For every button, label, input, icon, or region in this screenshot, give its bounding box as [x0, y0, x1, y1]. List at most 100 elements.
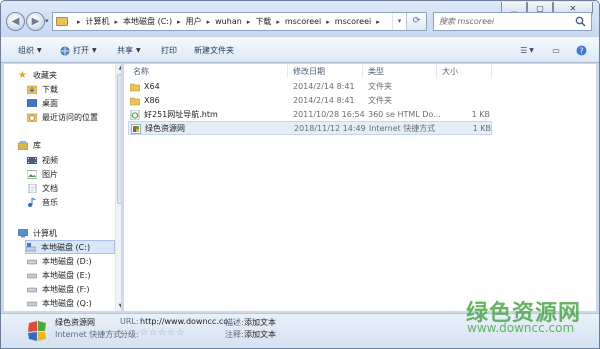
search-icon	[575, 16, 586, 27]
nav-computer[interactable]: 计算机	[18, 226, 57, 240]
share-button[interactable]: 共享 ▼	[117, 38, 141, 63]
file-type: 360 se HTML Do...	[368, 110, 440, 119]
nav-item-label: 本地磁盘 (E:)	[42, 270, 91, 280]
star-icon[interactable]: ☆	[167, 328, 176, 338]
nav-item-downloads[interactable]: 下载	[27, 82, 58, 96]
internet-shortcut-large-icon	[28, 321, 46, 341]
file-type: 文件夹	[368, 96, 392, 105]
chevron-right-icon[interactable]: ▸	[207, 18, 211, 26]
organize-button[interactable]: 组织 ▼	[18, 38, 42, 63]
desktop-icon	[27, 98, 37, 107]
chevron-down-icon[interactable]: ▾	[392, 13, 406, 30]
nav-item-drive-q[interactable]: 本地磁盘 (Q:)	[27, 296, 92, 310]
nav-item-pictures[interactable]: 图片	[27, 167, 58, 181]
url-value[interactable]: http://www.downcc.co...	[140, 317, 236, 326]
nav-item-music[interactable]: 音乐	[27, 195, 58, 209]
star-icon[interactable]: ☆	[149, 328, 158, 338]
documents-icon	[28, 183, 37, 193]
address-bar[interactable]: ▸ 计算机 ▸ 本地磁盘 (C:) ▸ 用户 ▸ wuhan ▸ 下载 ▸ ms…	[52, 12, 427, 31]
column-header-modified[interactable]: 修改日期	[288, 64, 363, 78]
column-header-type[interactable]: 类型	[363, 64, 437, 78]
breadcrumb-item[interactable]: 计算机	[86, 16, 110, 27]
file-size	[442, 80, 490, 94]
command-bar: 组织 ▼ 打开 ▼ 共享 ▼ 打印 新建文件夹 ☰ ▼ ▭ ?	[1, 37, 599, 63]
open-button[interactable]: 打开 ▼	[60, 38, 97, 63]
chevron-right-icon[interactable]: ▸	[247, 18, 251, 26]
file-row[interactable]: X64 2014/2/14 8:41 文件夹	[128, 80, 492, 94]
nav-item-drive-e[interactable]: 本地磁盘 (E:)	[27, 268, 91, 282]
breadcrumb-item[interactable]: 本地磁盘 (C:)	[123, 16, 172, 27]
scroll-down-icon[interactable]: ▼	[116, 302, 121, 311]
recent-pages-dropdown[interactable]: ▾	[45, 17, 49, 25]
rating-stars[interactable]: ☆☆☆☆☆	[140, 328, 185, 338]
forward-arrow-icon: ▶	[31, 16, 40, 27]
chevron-right-icon[interactable]: ▸	[115, 18, 119, 26]
file-size	[442, 94, 490, 108]
change-view-button[interactable]: ☰ ▼	[515, 43, 539, 58]
breadcrumb-item[interactable]: wuhan	[215, 17, 242, 26]
nav-item-drive-f[interactable]: 本地磁盘 (F:)	[27, 282, 89, 296]
chevron-down-icon: ▼	[136, 47, 141, 54]
star-icon[interactable]: ☆	[140, 328, 149, 338]
nav-item-label: 下载	[42, 84, 58, 94]
sidebar-scrollbar[interactable]: ▲ ▼	[115, 64, 121, 311]
help-icon: ?	[576, 45, 586, 56]
details-file-kind: Internet 快捷方式	[55, 330, 122, 339]
back-button[interactable]: ◀	[6, 12, 25, 31]
system-drive-icon	[26, 242, 36, 251]
file-size: 1 KB	[472, 124, 491, 133]
preview-pane-button[interactable]: ▭	[549, 43, 563, 58]
scroll-up-icon[interactable]: ▲	[116, 64, 121, 73]
chevron-right-icon[interactable]: ▸	[177, 18, 181, 26]
chevron-right-icon[interactable]: ▸	[326, 18, 330, 26]
chevron-right-icon[interactable]: ▸	[276, 18, 280, 26]
drive-icon	[27, 301, 37, 306]
star-icon: ★	[18, 69, 27, 81]
pictures-icon	[27, 169, 37, 179]
file-type: Internet 快捷方式	[369, 124, 436, 133]
watermark-url: www.downcc.com	[467, 321, 575, 335]
breadcrumb-item[interactable]: mscoreei	[335, 17, 371, 26]
back-arrow-icon: ◀	[11, 16, 20, 27]
file-row[interactable]: 绿色资源网 2018/11/12 14:49 Internet 快捷方式 1 K…	[128, 121, 492, 135]
star-icon[interactable]: ☆	[158, 328, 167, 338]
description-value[interactable]: 添加文本	[244, 317, 276, 328]
nav-item-drive-d[interactable]: 本地磁盘 (D:)	[27, 254, 92, 268]
comments-label: 注释:	[225, 330, 244, 339]
nav-item-documents[interactable]: 文档	[27, 181, 58, 195]
chevron-right-icon[interactable]: ▸	[376, 18, 380, 26]
scrollbar-thumb[interactable]	[117, 74, 121, 204]
address-bar-controls: ▾ ⟳	[392, 13, 426, 30]
breadcrumb-item[interactable]: 用户	[186, 16, 202, 27]
new-folder-button[interactable]: 新建文件夹	[194, 38, 234, 63]
nav-item-label: 文档	[42, 183, 58, 193]
video-icon	[27, 156, 37, 164]
chevron-right-icon[interactable]: ▸	[77, 18, 81, 26]
nav-item-recent-places[interactable]: 最近访问的位置	[27, 110, 98, 124]
refresh-button[interactable]: ⟳	[406, 13, 426, 30]
forward-button[interactable]: ▶	[26, 12, 45, 31]
file-row[interactable]: 好251网址导航.htm 2011/10/28 16:54 360 se HTM…	[128, 108, 492, 122]
chevron-down-icon: ▼	[529, 47, 534, 54]
nav-item-videos[interactable]: 视频	[27, 153, 58, 167]
nav-item-label: 最近访问的位置	[42, 112, 98, 122]
column-header-name[interactable]: 名称	[128, 64, 288, 78]
nav-item-label: 本地磁盘 (F:)	[42, 284, 90, 294]
breadcrumb-item[interactable]: mscoreei	[285, 17, 321, 26]
help-button[interactable]: ?	[573, 43, 589, 58]
comments-value[interactable]: 添加文本	[244, 329, 276, 340]
nav-libraries[interactable]: 库	[18, 138, 41, 152]
file-row[interactable]: X86 2014/2/14 8:41 文件夹	[128, 94, 492, 108]
nav-favorites[interactable]: ★ 收藏夹	[18, 68, 57, 82]
nav-item-drive-c[interactable]: 本地磁盘 (C:)	[25, 240, 115, 254]
print-button[interactable]: 打印	[161, 38, 177, 63]
url-label: URL:	[120, 317, 139, 326]
column-header-size[interactable]: 大小	[437, 64, 492, 78]
drive-icon	[27, 273, 37, 278]
search-input[interactable]: 搜索 mscoreei	[433, 12, 592, 31]
star-icon[interactable]: ☆	[176, 328, 185, 338]
internet-shortcut-icon	[131, 124, 141, 134]
html-file-icon	[130, 110, 140, 120]
breadcrumb-item[interactable]: 下载	[255, 16, 271, 27]
nav-item-desktop[interactable]: 桌面	[27, 96, 58, 110]
